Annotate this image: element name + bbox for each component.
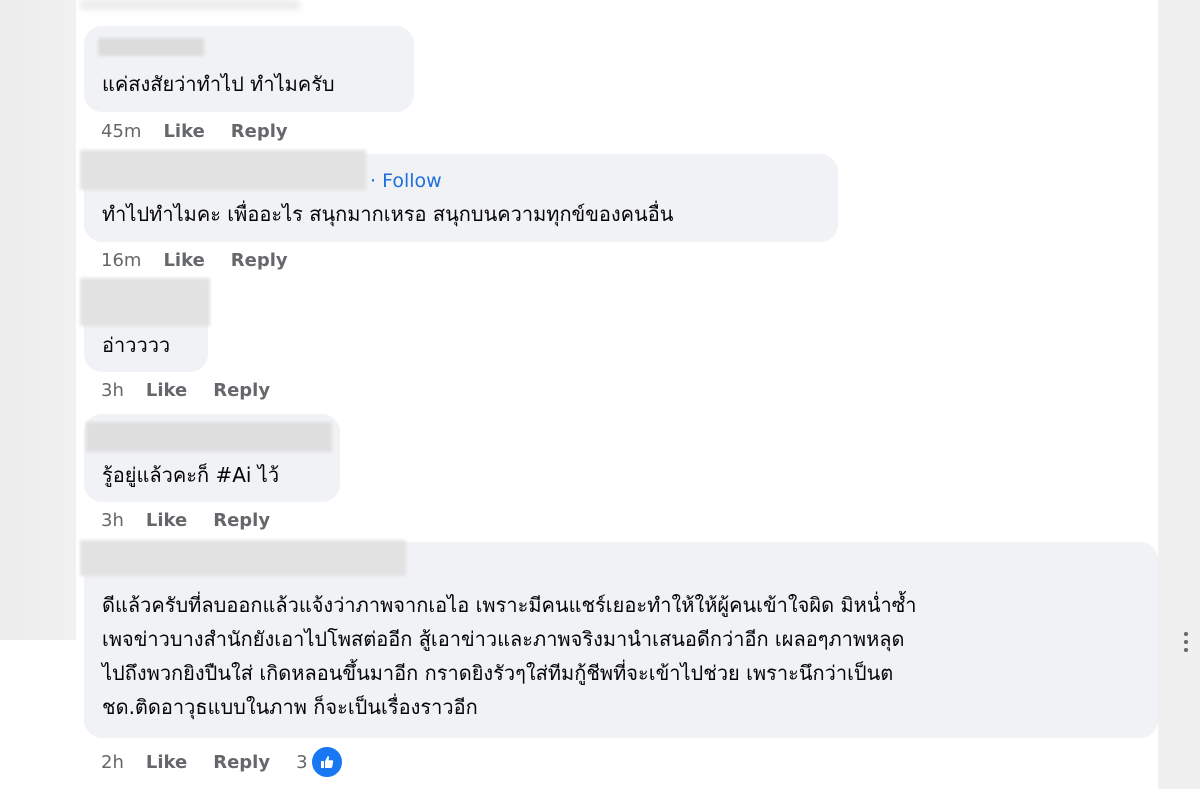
comment-text-line: เพจข่าวบางสำนักยังเอาไปโพสต่ออีก สู้เอาข…	[102, 627, 905, 651]
comment-timestamp[interactable]: 16m	[101, 250, 141, 271]
like-button[interactable]: Like	[163, 121, 204, 142]
comment-actions: 16m Like Reply	[101, 248, 314, 272]
comment-text-line: ชด.ติดอาวุธแบบในภาพ ก็จะเป็นเรื่องราวอีก	[102, 695, 478, 719]
author-name-blurred	[80, 150, 366, 190]
reply-button[interactable]: Reply	[231, 121, 288, 142]
comment-timestamp[interactable]: 45m	[101, 121, 141, 142]
reaction-count: 3	[296, 751, 308, 773]
comment-timestamp[interactable]: 2h	[101, 752, 124, 773]
author-name-blurred	[86, 422, 332, 452]
author-name-blurred	[80, 278, 210, 326]
like-button[interactable]: Like	[146, 510, 187, 531]
previous-comment-blur	[80, 0, 300, 10]
follow-button[interactable]: · Follow	[370, 170, 442, 192]
like-icon	[309, 745, 344, 779]
comment-actions: 45m Like Reply	[101, 119, 314, 143]
like-button[interactable]: Like	[163, 250, 204, 271]
reply-button[interactable]: Reply	[231, 250, 288, 271]
comment-text-line: ดีแล้วครับที่ลบออกแล้วแจ้งว่าภาพจากเอไอ …	[102, 593, 917, 617]
comment-actions: 3h Like Reply	[101, 378, 296, 402]
comment-text: อ่าวววว	[102, 333, 171, 357]
more-options-icon[interactable]	[1183, 632, 1189, 652]
author-name-blurred	[98, 38, 204, 56]
reaction-summary[interactable]: 3	[296, 745, 344, 779]
reply-button[interactable]: Reply	[213, 380, 270, 401]
comment-timestamp[interactable]: 3h	[101, 510, 124, 531]
left-blurred-area	[0, 0, 76, 640]
reply-button[interactable]: Reply	[213, 510, 270, 531]
like-button[interactable]: Like	[146, 380, 187, 401]
comment-actions: 3h Like Reply	[101, 508, 296, 532]
comment-timestamp[interactable]: 3h	[101, 380, 124, 401]
comment-text: รู้อยู่แล้วคะก็ #Ai ไว้	[102, 463, 280, 487]
author-name-blurred	[80, 540, 406, 576]
reply-button[interactable]: Reply	[213, 752, 270, 773]
comment-text: แค่สงสัยว่าทำไป ทำไมครับ	[102, 72, 335, 96]
right-blurred-area	[1158, 0, 1200, 789]
like-button[interactable]: Like	[146, 752, 187, 773]
comment-text-line: ไปถึงพวกยิงปืนใส่ เกิดหลอนขึ้นมาอีก กราด…	[102, 661, 894, 685]
comment-actions: 2h Like Reply 3	[101, 745, 344, 779]
comment-text: ทำไปทำไมคะ เพื่ออะไร สนุกมากเหรอ สนุกบนค…	[102, 202, 674, 226]
